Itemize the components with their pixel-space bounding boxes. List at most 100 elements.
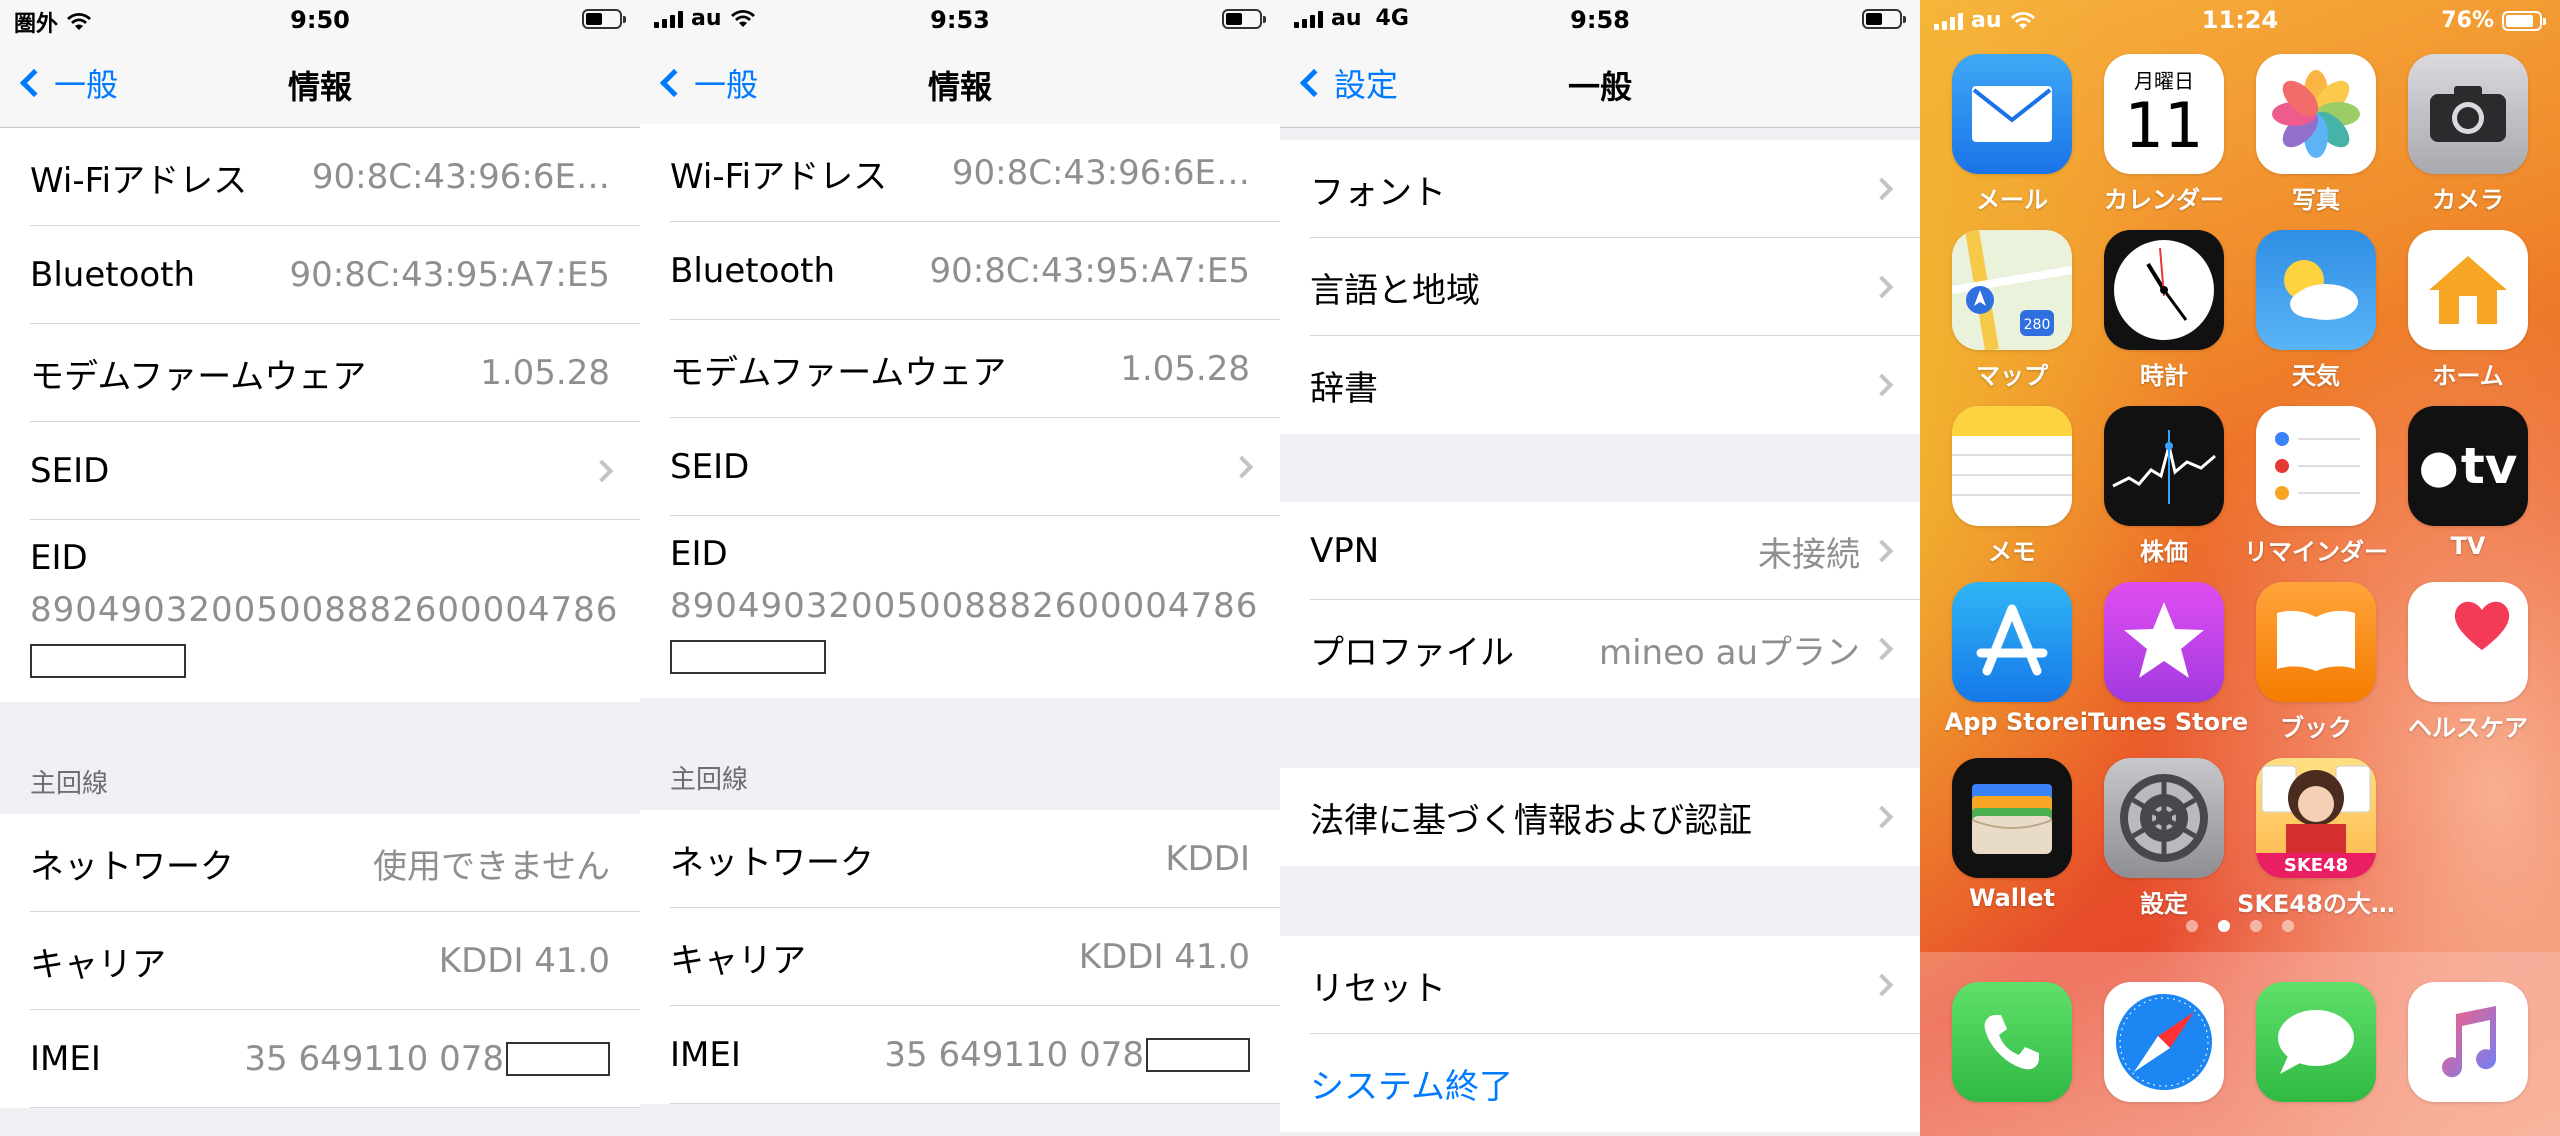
message-icon	[2256, 982, 2376, 1102]
row-language-region[interactable]: 言語と地域	[1280, 238, 1920, 336]
app-calendar[interactable]: 月曜日 11 カレンダー	[2104, 54, 2224, 215]
row-value: KDDI 41.0	[1078, 937, 1250, 977]
row-label: モデムファームウェア	[670, 352, 1007, 393]
app-itunes-store[interactable]: iTunes Store	[2080, 582, 2248, 736]
app-stocks[interactable]: 株価	[2104, 406, 2224, 567]
heart-icon	[2408, 582, 2528, 702]
camera-icon	[2408, 54, 2528, 174]
stocks-icon	[2104, 406, 2224, 526]
row-seid[interactable]: SEID	[640, 418, 1280, 516]
screen-about-1: 圏外 9:50 一般 情報 Wi-Fiアドレス 90:8C:43:96:6E… B…	[0, 0, 640, 1136]
row-carrier: キャリア KDDI 41.0	[0, 912, 640, 1010]
svg-text:280: 280	[2024, 317, 2051, 333]
app-store-icon	[1952, 582, 2072, 702]
battery-icon	[2502, 10, 2546, 31]
row-value: 使用できません	[373, 846, 610, 887]
app-weather[interactable]: 天気	[2256, 230, 2376, 391]
app-home[interactable]: ホーム	[2408, 230, 2528, 391]
battery-icon	[1862, 9, 1906, 29]
row-imei: IMEI 35 649110 078	[0, 1010, 640, 1108]
row-modem-firmware: モデムファームウェア 1.05.28	[640, 320, 1280, 418]
app-wallet[interactable]: Wallet	[1952, 758, 2072, 912]
tv-glyph: tv	[2460, 437, 2518, 495]
app-app-store[interactable]: App Store	[1945, 582, 2079, 736]
page-indicator[interactable]	[1920, 920, 2560, 932]
row-value: 35 649110 078	[884, 1035, 1144, 1075]
book-icon	[2256, 582, 2376, 702]
app-health[interactable]: ヘルスケア	[2408, 582, 2528, 743]
status-time: 9:58	[1570, 6, 1630, 34]
row-value: KDDI 41.0	[438, 941, 610, 981]
wallet-icon	[1952, 758, 2072, 878]
chevron-right-icon	[1230, 455, 1254, 479]
row-value: 90:8C:43:96:6E…	[311, 157, 610, 197]
row-dictionary[interactable]: 辞書	[1280, 336, 1920, 434]
row-label: キャリア	[30, 944, 166, 985]
row-label: Wi-Fiアドレス	[30, 160, 248, 201]
dock-phone[interactable]	[1952, 982, 2072, 1102]
row-label: キャリア	[670, 940, 806, 981]
row-fonts[interactable]: フォント	[1280, 140, 1920, 238]
row-network: ネットワーク 使用できません	[0, 814, 640, 912]
app-mail[interactable]: メール	[1952, 54, 2072, 215]
row-label: 辞書	[1310, 368, 1378, 409]
app-camera[interactable]: カメラ	[2408, 54, 2528, 215]
app-label: ホーム	[2432, 362, 2504, 390]
calendar-icon: 月曜日 11	[2104, 54, 2224, 174]
row-label: Wi-Fiアドレス	[670, 156, 888, 197]
mail-icon	[1952, 54, 2072, 174]
status-bar: au 4G 9:58	[1280, 0, 1920, 42]
app-reminders[interactable]: リマインダー	[2244, 406, 2388, 567]
row-wifi-address: Wi-Fiアドレス 90:8C:43:96:6E…	[0, 128, 640, 226]
screen-general: au 4G 9:58 設定 一般 フォント 言語と地域 辞書 VPN 未接続 プロ…	[1280, 0, 1920, 1136]
chevron-right-icon	[1870, 637, 1894, 661]
app-tv[interactable]: ● tv TV	[2408, 406, 2528, 560]
row-value: 35 649110 078	[244, 1039, 504, 1079]
chevron-right-icon	[1870, 373, 1894, 397]
clock-icon	[2104, 230, 2224, 350]
app-maps[interactable]: 280 マップ	[1952, 230, 2072, 391]
row-label: フォント	[1310, 172, 1446, 213]
row-value: 90:8C:43:95:A7:E5	[289, 255, 610, 295]
row-eid: EID 89049032005008882600004786	[640, 516, 1280, 698]
row-reset[interactable]: リセット	[1280, 936, 1920, 1034]
section-title: 主回線	[670, 765, 749, 795]
row-label: IMEI	[670, 1035, 741, 1075]
section-title: 主回線	[30, 769, 109, 799]
app-clock[interactable]: 時計	[2104, 230, 2224, 391]
status-time: 9:53	[930, 6, 990, 34]
shutdown-button[interactable]: システム終了	[1280, 1034, 1920, 1132]
row-label: SEID	[30, 451, 110, 491]
chevron-right-icon	[1870, 539, 1894, 563]
row-imei: IMEI 35 649110 078	[640, 1006, 1280, 1104]
row-modem-firmware: モデムファームウェア 1.05.28	[0, 324, 640, 422]
app-label: カメラ	[2432, 186, 2504, 214]
section-header: 主回線	[0, 702, 640, 814]
app-photos[interactable]: 写真	[2256, 54, 2376, 215]
row-legal[interactable]: 法律に基づく情報および認証	[1280, 768, 1920, 866]
row-vpn[interactable]: VPN 未接続	[1280, 502, 1920, 600]
nav-bar: 一般 情報	[0, 42, 640, 128]
row-label: 法律に基づく情報および認証	[1310, 800, 1752, 841]
chevron-right-icon	[1870, 275, 1894, 299]
app-settings[interactable]: 設定	[2104, 758, 2224, 919]
row-seid[interactable]: SEID	[0, 422, 640, 520]
battery-percent: 76%	[2441, 8, 2494, 33]
page-title: 一般	[1567, 68, 1632, 106]
app-books[interactable]: ブック	[2256, 582, 2376, 743]
dock	[1920, 952, 2560, 1136]
row-label: リセット	[1310, 968, 1446, 1009]
page-title: 情報	[287, 68, 352, 106]
section-header: 主回線	[640, 698, 1280, 810]
dock-music[interactable]	[2408, 982, 2528, 1102]
home-icon	[2408, 230, 2528, 350]
row-bluetooth: Bluetooth 90:8C:43:95:A7:E5	[0, 226, 640, 324]
app-notes[interactable]: メモ	[1952, 406, 2072, 567]
row-profile[interactable]: プロファイル mineo auプラン	[1280, 600, 1920, 698]
dock-safari[interactable]	[2104, 982, 2224, 1102]
app-ske48-game[interactable]: SKE48 SKE48の大…	[2237, 758, 2395, 919]
eid-value: 89049032005008882600004786	[30, 590, 619, 630]
app-label: ヘルスケア	[2408, 714, 2528, 742]
row-wifi-address: Wi-Fiアドレス 90:8C:43:96:6E…	[640, 124, 1280, 222]
dock-messages[interactable]	[2256, 982, 2376, 1102]
